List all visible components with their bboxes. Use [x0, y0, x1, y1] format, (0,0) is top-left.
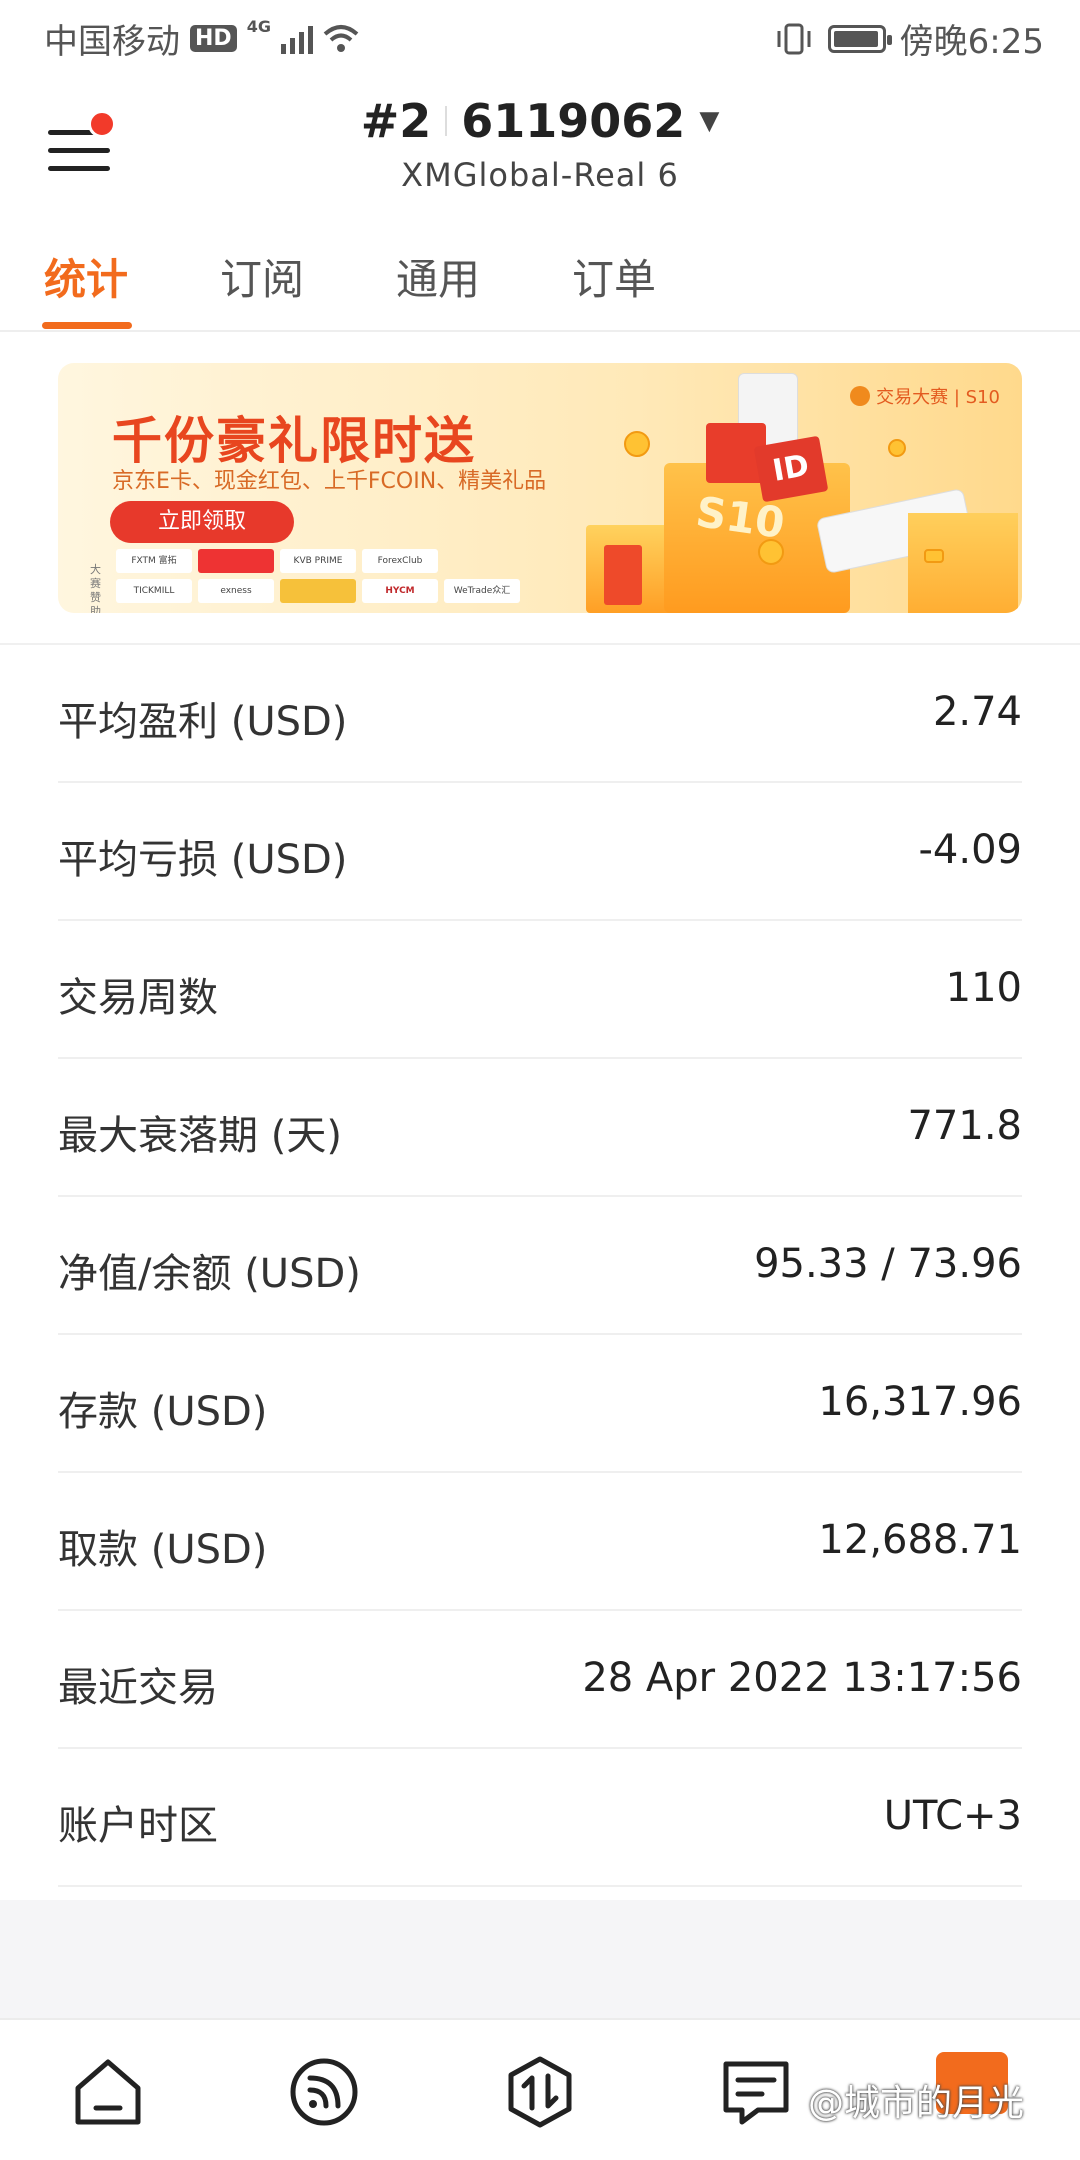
statistics-list: 平均盈利 (USD) 2.74 平均亏损 (USD) -4.09 交易周数 11… [0, 643, 1080, 1887]
feed-icon[interactable] [286, 2054, 362, 2130]
stat-value: 771.8 [907, 1103, 1022, 1149]
account-rank: #2 [360, 94, 432, 148]
sponsor-logo: WeTrade众汇 [444, 579, 520, 603]
header: #2 6119062 ▼ XMGlobal-Real 6 [0, 80, 1080, 220]
home-icon[interactable] [70, 2054, 146, 2130]
stat-label: 交易周数 [58, 975, 218, 1021]
sponsor-logo: HYCM [362, 579, 438, 603]
battery-icon [827, 24, 892, 53]
coin-icon [888, 439, 906, 457]
contest-logo-icon [850, 386, 871, 406]
account-selector[interactable]: #2 6119062 ▼ XMGlobal-Real 6 [0, 94, 1080, 194]
stat-label: 取款 (USD) [58, 1527, 268, 1573]
clock: 傍晚6:25 [899, 22, 1044, 62]
sponsor-logo: KVB PRIME [280, 549, 356, 573]
server-name: XMGlobal-Real 6 [401, 156, 679, 194]
document-icon[interactable] [718, 2054, 794, 2130]
stat-value: 16,317.96 [818, 1379, 1022, 1425]
sponsor-logo [444, 549, 520, 573]
stat-row: 交易周数 110 [58, 921, 1022, 1059]
stat-label: 平均盈利 (USD) [58, 699, 348, 745]
stat-label: 最大衰落期 (天) [58, 1113, 342, 1159]
trade-icon[interactable] [502, 2054, 578, 2130]
red-envelope-illustration [604, 545, 642, 605]
sponsor-logos: FXTM 富拓 KVB PRIME ForexClub TICKMILL exn… [116, 549, 520, 603]
stat-row: 净值/余额 (USD) 95.33 / 73.96 [58, 1197, 1022, 1335]
stat-label: 账户时区 [58, 1803, 218, 1849]
watermark: @城市的月光 [808, 2083, 1025, 2124]
network-type: 4G [246, 17, 271, 36]
stat-row: 平均盈利 (USD) 2.74 [58, 645, 1022, 783]
divider [445, 106, 448, 136]
coin-icon [924, 549, 944, 563]
stat-row: 最近交易 28 Apr 2022 13:17:56 [58, 1611, 1022, 1749]
carrier-label: 中国移动 [44, 22, 180, 62]
tab-orders[interactable]: 订单 [572, 246, 656, 307]
stat-value: 95.33 / 73.96 [754, 1241, 1022, 1287]
stat-value: UTC+3 [883, 1793, 1022, 1839]
stat-value: 110 [945, 965, 1022, 1011]
gift-box-illustration [908, 513, 1018, 613]
stat-row: 存款 (USD) 16,317.96 [58, 1335, 1022, 1473]
tab-subscription[interactable]: 订阅 [220, 246, 304, 307]
vibrate-icon [777, 23, 811, 54]
sponsor-logo: ForexClub [362, 549, 438, 573]
stat-value: 28 Apr 2022 13:17:56 [582, 1655, 1022, 1701]
stat-value: 2.74 [932, 689, 1022, 735]
stat-label: 存款 (USD) [58, 1389, 268, 1435]
coin-icon [624, 431, 650, 457]
sponsor-logo [198, 549, 274, 573]
banner-subtitle: 京东E卡、现金红包、上千FCOIN、精美礼品 [112, 469, 547, 494]
hd-badge: HD [190, 25, 237, 52]
sponsor-logo [280, 579, 356, 603]
wifi-icon [323, 24, 359, 52]
stat-label: 净值/余额 (USD) [58, 1251, 361, 1297]
stat-row: 平均亏损 (USD) -4.09 [58, 783, 1022, 921]
account-number: 6119062 [461, 94, 686, 148]
stat-value: 12,688.71 [818, 1517, 1022, 1563]
promo-banner[interactable]: 千份豪礼限时送 京东E卡、现金红包、上千FCOIN、精美礼品 立即领取 大赛赞助… [58, 363, 1022, 613]
stat-value: -4.09 [918, 827, 1023, 873]
content-spacer [0, 1900, 1080, 2018]
sponsor-logo: FXTM 富拓 [116, 549, 192, 573]
tab-bar: 统计 订阅 通用 订单 [0, 228, 1080, 332]
tab-statistics[interactable]: 统计 [44, 246, 128, 307]
contest-brand: 交易大赛 | S10 [850, 383, 1000, 409]
signal-icon [280, 24, 313, 54]
stat-label: 最近交易 [58, 1665, 218, 1711]
sponsor-logo: TICKMILL [116, 579, 192, 603]
sponsor-logo: exness [198, 579, 274, 603]
active-tab-indicator [42, 322, 132, 329]
claim-now-button[interactable]: 立即领取 [110, 501, 294, 543]
caret-down-icon[interactable]: ▼ [699, 106, 719, 136]
stat-row: 账户时区 UTC+3 [58, 1749, 1022, 1887]
stat-label: 平均亏损 (USD) [58, 837, 348, 883]
status-bar: 中国移动 HD 4G 傍晚6:25 [0, 0, 1080, 72]
stat-row: 最大衰落期 (天) 771.8 [58, 1059, 1022, 1197]
coin-icon [758, 539, 784, 565]
sponsor-label: 大赛赞助 [90, 563, 101, 613]
card-id-illustration: ID [753, 435, 829, 503]
stat-row: 取款 (USD) 12,688.71 [58, 1473, 1022, 1611]
tab-general[interactable]: 通用 [396, 246, 480, 307]
